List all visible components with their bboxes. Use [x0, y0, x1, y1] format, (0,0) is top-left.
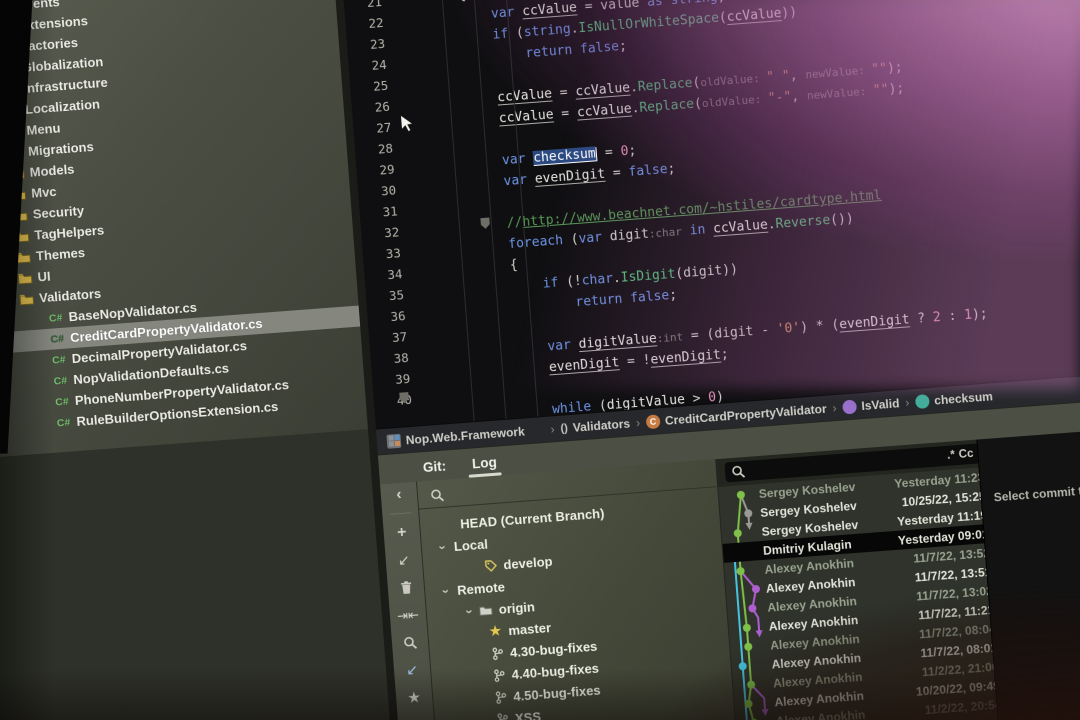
breadcrumb-label: Nop.Web.Framework	[405, 424, 525, 447]
mouse-cursor	[398, 113, 415, 134]
chevron-right-icon[interactable]: ›	[0, 250, 15, 266]
class-icon: C	[645, 414, 660, 429]
tab-git-log[interactable]: Log	[472, 455, 498, 478]
csharp-icon: C#	[49, 353, 68, 366]
breadcrumb-label: IsValid	[861, 396, 900, 413]
tag-icon	[481, 558, 500, 572]
chevron-right-icon[interactable]: ›	[0, 229, 13, 245]
method-icon	[842, 399, 857, 414]
folder-icon	[10, 209, 29, 222]
project-tree: ›Controllers›Events›Extensions›Factories…	[0, 0, 368, 459]
branch-label: 4.50-bug-fixes	[513, 682, 601, 704]
folder-icon	[0, 20, 15, 33]
tree-item-label: Security	[32, 203, 84, 222]
commit-list: Merge branch 'issue-6359-increase-perfor…	[718, 468, 999, 720]
tree-item-label: Extensions	[18, 13, 88, 33]
branch-label: master	[508, 620, 552, 638]
match-case-toggle[interactable]: Cc	[958, 448, 974, 461]
tree-item-label: Localization	[24, 96, 100, 117]
folder-icon	[6, 146, 25, 159]
csharp-icon: C#	[48, 332, 67, 345]
tree-item-label: Factories	[20, 35, 79, 54]
star-icon: ★	[486, 623, 505, 640]
csharp-icon: C#	[46, 311, 65, 324]
tree-item-label: Events	[17, 0, 61, 12]
chevron-down-icon[interactable]: ›	[2, 293, 18, 308]
tree-item-label: UI	[37, 269, 51, 285]
tree-item-label: Validators	[39, 286, 102, 306]
breadcrumb-item-checksum[interactable]: checksum	[915, 389, 994, 409]
tree-item-label: TagHelpers	[34, 222, 105, 242]
branch-label: Remote	[457, 579, 506, 598]
tree-item-label: Menu	[26, 120, 61, 138]
folder-icon	[0, 41, 17, 54]
gutter-marker-icon[interactable]	[480, 217, 490, 229]
branch-icon	[489, 668, 508, 682]
breadcrumb-label: checksum	[934, 389, 994, 407]
plus-icon[interactable]: +	[397, 525, 407, 541]
branch-label: origin	[498, 599, 535, 617]
folder-icon	[12, 229, 31, 242]
breadcrumb-separator: ›	[550, 422, 555, 436]
photo-of-monitor: Bookmarks ›Controllers›Events›Extensions…	[0, 0, 1080, 720]
breadcrumb-separator: ›	[905, 395, 910, 409]
chevron-down-icon[interactable]: ›	[462, 604, 478, 619]
tree-item-label: Themes	[35, 245, 85, 264]
folder-icon	[7, 167, 26, 180]
branch-label: 4.40-bug-fixes	[511, 660, 599, 682]
folder-icon	[3, 104, 22, 117]
folder-icon	[0, 0, 14, 12]
namespace-icon: ()	[560, 421, 568, 436]
git-branches-pane: HEAD (Current Branch)›Localdevelop›Remot…	[416, 459, 738, 720]
branch-label: 4.30-bug-fixes	[509, 638, 597, 660]
git-commits-pane: .* Cc Branch ▼User ▼Date ▼Paths ▼ ⇡↶ Mer…	[715, 440, 999, 720]
tree-item-label: Mvc	[31, 184, 57, 201]
folder-icon	[0, 62, 18, 75]
search-icon	[731, 464, 746, 479]
branch-icon	[491, 690, 510, 704]
arrow-down-left-icon[interactable]: ↙	[397, 552, 410, 568]
field-icon	[915, 394, 930, 409]
breadcrumb-item-validators[interactable]: () Validators	[560, 416, 631, 435]
branch-label: Local	[453, 536, 488, 554]
tree-item-label: Models	[29, 161, 75, 179]
folder-icon	[1, 83, 20, 96]
chevron-left-icon[interactable]: ‹	[396, 487, 402, 502]
git-label: Git:	[422, 458, 447, 481]
folder-icon	[17, 292, 36, 305]
breadcrumb-item-isvalid[interactable]: IsValid	[842, 396, 900, 414]
branch-label: develop	[503, 553, 553, 572]
folder-gray-icon	[476, 604, 495, 616]
chevron-right-icon[interactable]: ›	[1, 271, 16, 287]
breadcrumb-label: Validators	[572, 416, 630, 434]
chevron-down-icon[interactable]: ›	[435, 539, 451, 554]
branch-icon	[488, 646, 507, 660]
branch-icon	[493, 712, 512, 720]
folder-icon	[4, 125, 23, 138]
csharp-icon: C#	[51, 374, 70, 387]
code-editor[interactable]: ext methodsexposing APIs override bool I…	[341, 0, 1080, 429]
branch-label: XSS	[514, 709, 541, 720]
breadcrumb-separator: ›	[832, 401, 837, 415]
ide-window: Bookmarks ›Controllers›Events›Extensions…	[0, 0, 1080, 720]
collapse-icon[interactable]: ⇥⇤	[397, 607, 420, 624]
folder-icon	[15, 271, 34, 284]
folder-icon	[9, 188, 28, 201]
arrow-blue-icon[interactable]: ↙	[406, 662, 419, 678]
module-icon	[386, 433, 401, 448]
chevron-down-icon[interactable]: ›	[438, 583, 454, 598]
folder-icon	[14, 250, 33, 263]
breadcrumb-separator: ›	[635, 415, 640, 429]
csharp-icon: C#	[53, 395, 72, 408]
tree-item-label: Migrations	[28, 139, 95, 159]
search-icon[interactable]	[403, 635, 418, 650]
csharp-icon: C#	[54, 416, 73, 429]
select-commit-hint: Select commit to	[993, 476, 1080, 505]
trash-icon[interactable]	[399, 580, 413, 595]
regex-toggle[interactable]: .*	[947, 449, 956, 462]
star-icon[interactable]: ★	[407, 690, 422, 706]
